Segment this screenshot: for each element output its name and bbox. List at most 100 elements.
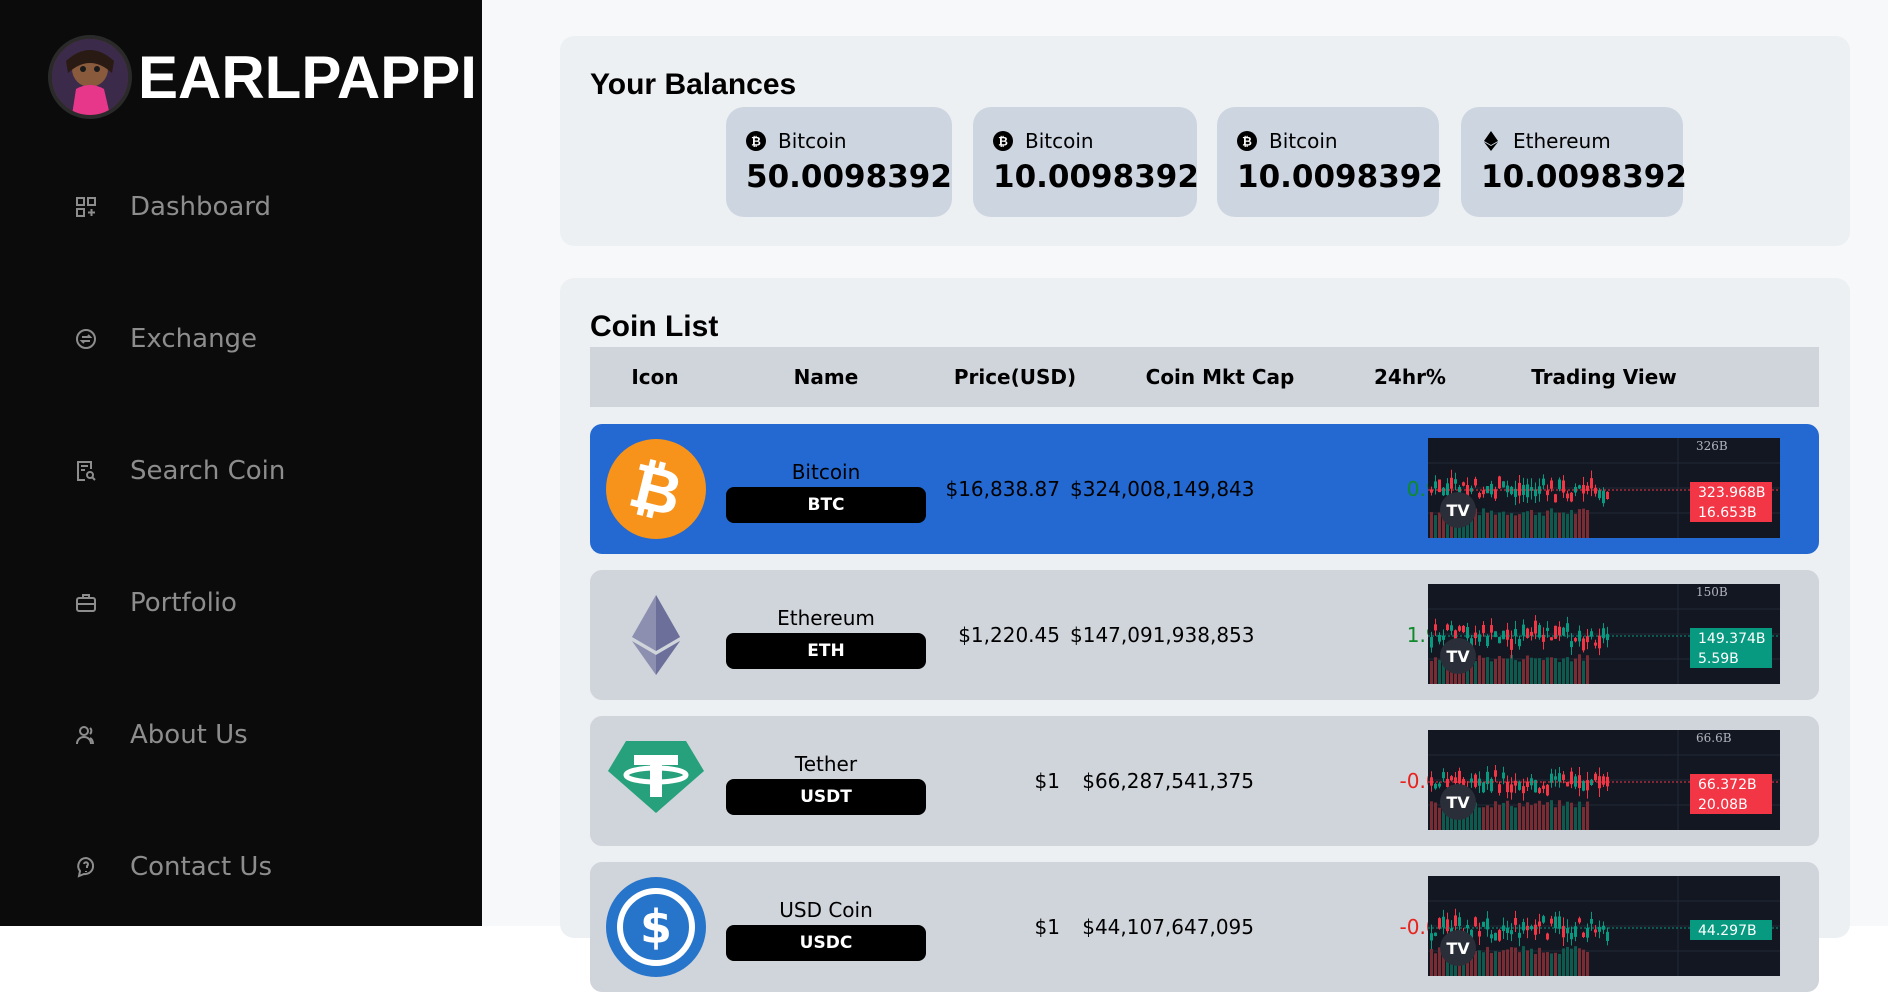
balance-card[interactable]: Ethereum 10.0098392 [1461, 107, 1687, 217]
volume-bar [1434, 802, 1437, 830]
nav-item-exchange[interactable]: Exchange [74, 324, 257, 354]
table-row[interactable]: $ USD Coin USDC $1 $44,107,647,095 -0.04… [590, 862, 1819, 992]
candle [1502, 481, 1505, 488]
volume-bar [1518, 514, 1521, 538]
candle [1474, 478, 1477, 486]
volume-bar [1586, 655, 1589, 684]
nav-item-dashboard[interactable]: Dashboard [74, 192, 271, 222]
volume-bar [1502, 658, 1505, 684]
nav-label-dashboard: Dashboard [130, 192, 272, 222]
volume-bar [1538, 512, 1541, 538]
balances-title: Your Balances [590, 68, 797, 101]
volume-bar [1494, 514, 1497, 538]
volume-bar [1482, 952, 1485, 976]
tether-icon [606, 731, 706, 831]
nav-item-contact[interactable]: Contact Us [74, 852, 272, 882]
candle [1518, 932, 1521, 938]
header-icon: Icon [631, 365, 679, 389]
nav-item-portfolio[interactable]: Portfolio [74, 588, 237, 618]
search-coin-icon [74, 459, 98, 483]
balance-card[interactable]: ₿ Bitcoin 10.0098392 [1217, 107, 1443, 217]
volume-bar [1478, 807, 1481, 830]
candle [1434, 783, 1437, 789]
candle [1554, 776, 1557, 780]
candle [1454, 915, 1457, 926]
candle [1606, 491, 1609, 500]
brand[interactable]: EARLPAPPI [48, 35, 477, 119]
volume-bar [1546, 657, 1549, 684]
volume-bar [1438, 659, 1441, 684]
trading-view-chart[interactable]: TV 44.297B [1428, 876, 1780, 976]
volume-bar [1482, 508, 1485, 538]
volume-bar [1566, 513, 1569, 538]
trading-view-chart[interactable]: TV 66.6B 66.372B 20.08B [1428, 730, 1780, 830]
coin-price: $16,838.87 [945, 477, 1060, 501]
balance-value: 50.0098392 [746, 159, 952, 195]
volume-bar [1518, 952, 1521, 976]
volume-bar [1514, 515, 1517, 538]
candle [1462, 625, 1465, 633]
candle [1482, 782, 1485, 793]
candle [1466, 627, 1469, 639]
volume-bar [1538, 800, 1541, 830]
candle [1450, 477, 1453, 489]
volume-bar [1518, 661, 1521, 684]
volume-bar [1526, 950, 1529, 976]
price-tag-label: 5.59B [1698, 651, 1739, 667]
candle [1590, 918, 1593, 924]
nav-item-search-coin[interactable]: Search Coin [74, 456, 285, 486]
about-icon [74, 723, 98, 747]
candle [1542, 916, 1545, 923]
candle [1550, 918, 1553, 924]
volume-bar [1542, 952, 1545, 976]
candle [1578, 918, 1581, 923]
candle [1582, 932, 1585, 938]
price-scale-label: 66.6B [1696, 731, 1732, 745]
candle [1510, 930, 1513, 935]
volume-bar [1586, 510, 1589, 538]
coin-name: Bitcoin [791, 460, 861, 484]
balance-card[interactable]: ₿ Bitcoin 10.0098392 [973, 107, 1199, 217]
volume-bar [1586, 951, 1589, 976]
table-row[interactable]: Tether USDT $1 $66,287,541,375 -0.000 TV… [590, 716, 1819, 846]
svg-text:₿: ₿ [751, 135, 761, 149]
volume-bar [1430, 801, 1433, 830]
volume-bar [1562, 948, 1565, 976]
candle [1478, 493, 1481, 498]
table-row[interactable]: ₿ Bitcoin BTC $16,838.87 $324,008,149,84… [590, 424, 1819, 554]
coin-market-cap: $44,107,647,095 [1082, 915, 1254, 939]
coin-price: $1 [1034, 769, 1060, 793]
candle [1482, 921, 1485, 927]
nav-item-about[interactable]: About Us [74, 720, 248, 750]
volume-bar [1538, 947, 1541, 976]
price-tag-label: 66.372B [1698, 777, 1757, 793]
balance-card[interactable]: ₿ Bitcoin 50.0098392 [726, 107, 952, 217]
candle [1458, 917, 1461, 927]
volume-bar [1522, 512, 1525, 538]
volume-bar [1434, 953, 1437, 976]
table-row[interactable]: Ethereum ETH $1,220.45 $147,091,938,853 … [590, 570, 1819, 700]
trading-view-chart[interactable]: TV 150B 149.374B 5.59B [1428, 584, 1780, 684]
volume-bar [1522, 946, 1525, 976]
candle [1506, 781, 1509, 793]
candle [1550, 480, 1553, 489]
volume-bar [1534, 803, 1537, 830]
trading-view-chart[interactable]: TV 326B 323.968B 16.653B [1428, 438, 1780, 538]
candle [1522, 922, 1525, 931]
volume-bar [1434, 515, 1437, 538]
candle [1430, 777, 1433, 786]
volume-bar [1574, 946, 1577, 976]
volume-bar [1498, 804, 1501, 830]
candle [1482, 490, 1485, 495]
candle [1518, 781, 1521, 790]
volume-bar [1486, 512, 1489, 538]
volume-bar [1562, 658, 1565, 684]
volume-bar [1490, 661, 1493, 684]
bitcoin-icon: ₿ [1237, 131, 1257, 151]
volume-bar [1514, 807, 1517, 830]
candle [1534, 620, 1537, 634]
coin-symbol: ETH [726, 633, 926, 669]
candle [1446, 624, 1449, 630]
ethereum-icon [1481, 131, 1501, 151]
volume-bar [1486, 657, 1489, 684]
